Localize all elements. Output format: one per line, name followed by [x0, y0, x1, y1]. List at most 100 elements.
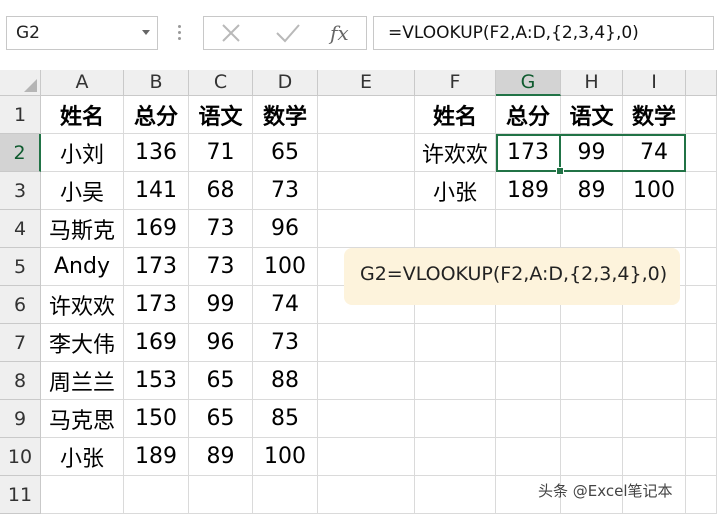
cell-j8[interactable]	[686, 362, 717, 400]
row-header-4[interactable]: 4	[0, 210, 41, 248]
cell-e7[interactable]	[318, 324, 415, 362]
cell-i7[interactable]	[623, 324, 686, 362]
cell-d9[interactable]: 85	[253, 400, 318, 438]
cell-b3[interactable]: 141	[124, 172, 189, 210]
cell-a2[interactable]: 小刘	[41, 134, 124, 172]
cell-h7[interactable]	[561, 324, 623, 362]
row-header-10[interactable]: 10	[0, 438, 41, 476]
cell-j1[interactable]	[686, 96, 717, 134]
cell-j4[interactable]	[686, 210, 717, 248]
cell-d2[interactable]: 65	[253, 134, 318, 172]
cell-j5[interactable]	[686, 248, 717, 286]
name-box[interactable]: G2	[6, 16, 158, 50]
cell-j6[interactable]	[686, 286, 717, 324]
cell-b1[interactable]: 总分	[124, 96, 189, 134]
cell-i2[interactable]: 74	[623, 134, 686, 172]
cell-g10[interactable]	[496, 438, 561, 476]
column-header-b[interactable]: B	[124, 69, 189, 96]
cell-j3[interactable]	[686, 172, 717, 210]
cell-b6[interactable]: 173	[124, 286, 189, 324]
cell-d3[interactable]: 73	[253, 172, 318, 210]
cell-a11[interactable]	[41, 476, 124, 514]
cell-f2[interactable]: 许欢欢	[415, 134, 496, 172]
cell-f9[interactable]	[415, 400, 496, 438]
cell-a9[interactable]: 马克思	[41, 400, 124, 438]
cell-e11[interactable]	[318, 476, 415, 514]
cell-a6[interactable]: 许欢欢	[41, 286, 124, 324]
cell-f4[interactable]	[415, 210, 496, 248]
row-header-7[interactable]: 7	[0, 324, 41, 362]
cell-h2[interactable]: 99	[561, 134, 623, 172]
column-header-h[interactable]: H	[561, 69, 623, 96]
fill-handle[interactable]	[556, 167, 564, 175]
cell-a3[interactable]: 小吴	[41, 172, 124, 210]
cell-d8[interactable]: 88	[253, 362, 318, 400]
cell-g3[interactable]: 189	[496, 172, 561, 210]
cell-d7[interactable]: 73	[253, 324, 318, 362]
cell-b10[interactable]: 189	[124, 438, 189, 476]
cell-b11[interactable]	[124, 476, 189, 514]
cell-c2[interactable]: 71	[189, 134, 253, 172]
cell-b2[interactable]: 136	[124, 134, 189, 172]
row-header-9[interactable]: 9	[0, 400, 41, 438]
column-header-e[interactable]: E	[318, 69, 415, 96]
cell-d1[interactable]: 数学	[253, 96, 318, 134]
cell-b7[interactable]: 169	[124, 324, 189, 362]
cell-c1[interactable]: 语文	[189, 96, 253, 134]
cell-e9[interactable]	[318, 400, 415, 438]
cell-h10[interactable]	[561, 438, 623, 476]
cell-i3[interactable]: 100	[623, 172, 686, 210]
cell-a7[interactable]: 李大伟	[41, 324, 124, 362]
cell-g4[interactable]	[496, 210, 561, 248]
cell-b8[interactable]: 153	[124, 362, 189, 400]
cell-a8[interactable]: 周兰兰	[41, 362, 124, 400]
cell-d5[interactable]: 100	[253, 248, 318, 286]
cell-b5[interactable]: 173	[124, 248, 189, 286]
cell-h3[interactable]: 89	[561, 172, 623, 210]
cell-h9[interactable]	[561, 400, 623, 438]
cell-f10[interactable]	[415, 438, 496, 476]
close-icon[interactable]	[214, 20, 250, 46]
formula-input[interactable]: =VLOOKUP(F2,A:D,{2,3,4},0)	[373, 16, 714, 50]
cell-e3[interactable]	[318, 172, 415, 210]
cell-c10[interactable]: 89	[189, 438, 253, 476]
row-header-11[interactable]: 11	[0, 476, 41, 514]
cell-c4[interactable]: 73	[189, 210, 253, 248]
cell-h4[interactable]	[561, 210, 623, 248]
row-header-1[interactable]: 1	[0, 96, 41, 134]
cell-j9[interactable]	[686, 400, 717, 438]
cell-g7[interactable]	[496, 324, 561, 362]
select-all-button[interactable]	[0, 69, 41, 96]
cell-a4[interactable]: 马斯克	[41, 210, 124, 248]
cell-g1[interactable]: 总分	[496, 96, 561, 134]
column-header-g[interactable]: G	[496, 69, 561, 96]
cell-j7[interactable]	[686, 324, 717, 362]
cell-e4[interactable]	[318, 210, 415, 248]
row-header-2[interactable]: 2	[0, 134, 41, 172]
cell-c6[interactable]: 99	[189, 286, 253, 324]
column-header-i[interactable]: I	[623, 69, 686, 96]
cell-d4[interactable]: 96	[253, 210, 318, 248]
cell-e1[interactable]	[318, 96, 415, 134]
row-header-6[interactable]: 6	[0, 286, 41, 324]
column-header-c[interactable]: C	[189, 69, 253, 96]
column-header-a[interactable]: A	[41, 69, 124, 96]
cell-j11[interactable]	[686, 476, 717, 514]
cell-f1[interactable]: 姓名	[415, 96, 496, 134]
cell-j10[interactable]	[686, 438, 717, 476]
cell-e2[interactable]	[318, 134, 415, 172]
cell-f11[interactable]	[415, 476, 496, 514]
cell-c5[interactable]: 73	[189, 248, 253, 286]
cell-e10[interactable]	[318, 438, 415, 476]
function-icon[interactable]: fx	[324, 20, 360, 46]
check-icon[interactable]	[270, 20, 306, 46]
cell-i1[interactable]: 数学	[623, 96, 686, 134]
cell-b4[interactable]: 169	[124, 210, 189, 248]
cell-h8[interactable]	[561, 362, 623, 400]
cell-i8[interactable]	[623, 362, 686, 400]
cell-c9[interactable]: 65	[189, 400, 253, 438]
cell-c8[interactable]: 65	[189, 362, 253, 400]
cell-f7[interactable]	[415, 324, 496, 362]
cell-e8[interactable]	[318, 362, 415, 400]
cell-c11[interactable]	[189, 476, 253, 514]
